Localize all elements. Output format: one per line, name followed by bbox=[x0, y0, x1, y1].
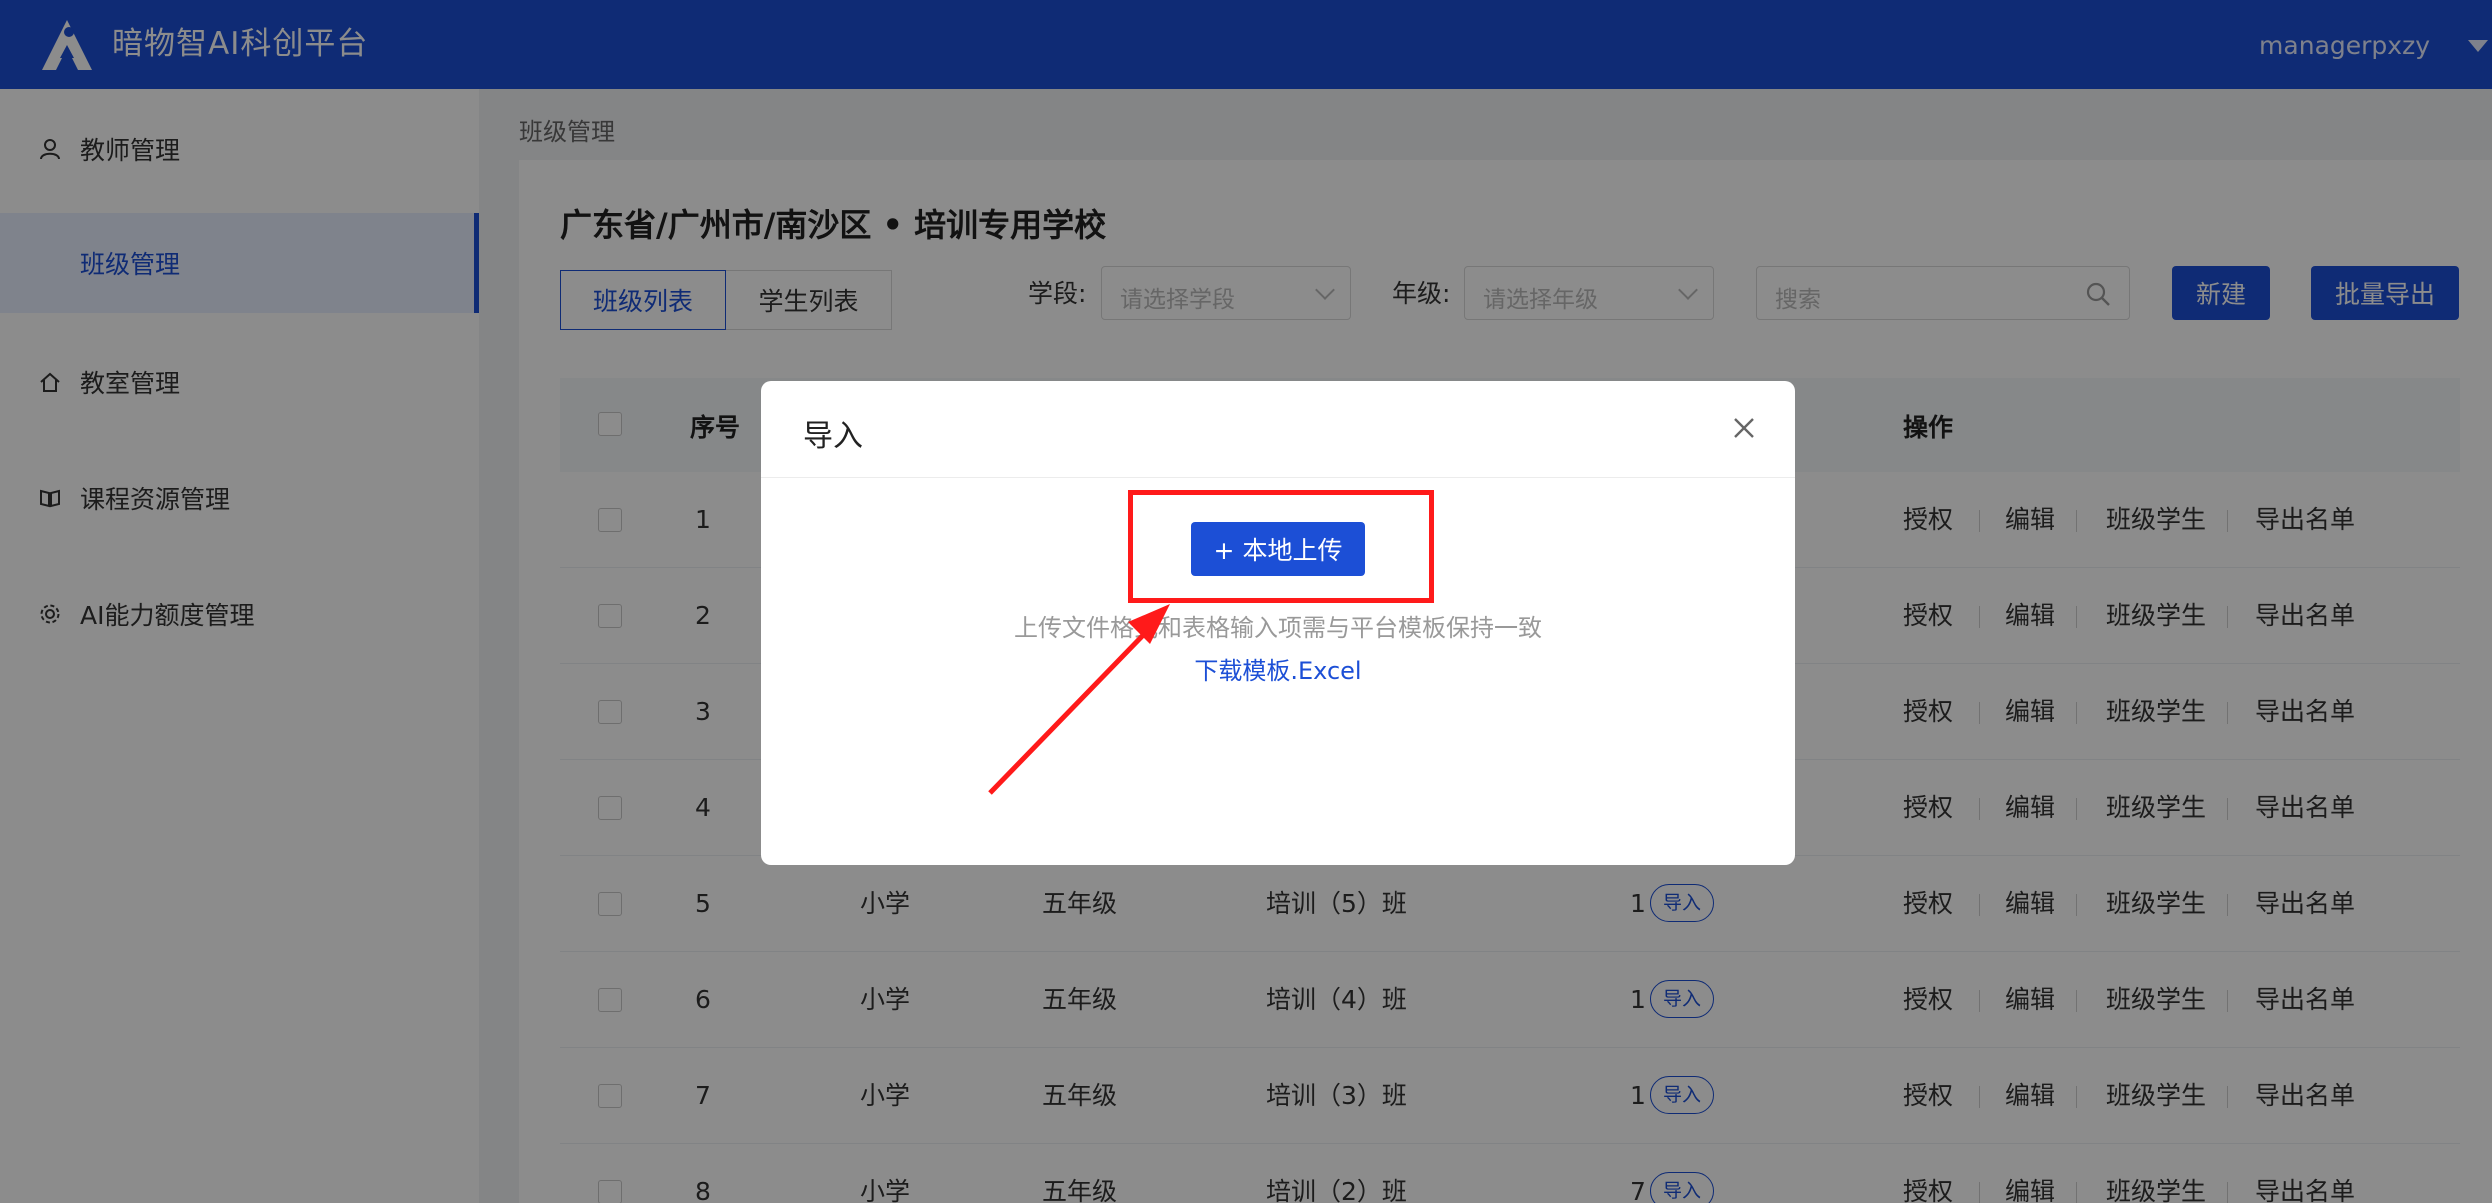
upload-hint: 上传文件格式和表格输入项需与平台模板保持一致 bbox=[1014, 614, 1542, 642]
dialog-header: 导入 bbox=[761, 381, 1795, 478]
dialog-title: 导入 bbox=[803, 419, 863, 454]
annotation-highlight-box bbox=[1128, 490, 1434, 603]
import-dialog: 导入 + 本地上传 上传文件格式和表格输入项需与平台模板保持一致 下载模板.Ex… bbox=[761, 381, 1795, 865]
close-icon[interactable] bbox=[1729, 413, 1759, 443]
download-template-link[interactable]: 下载模板.Excel bbox=[761, 651, 1795, 686]
